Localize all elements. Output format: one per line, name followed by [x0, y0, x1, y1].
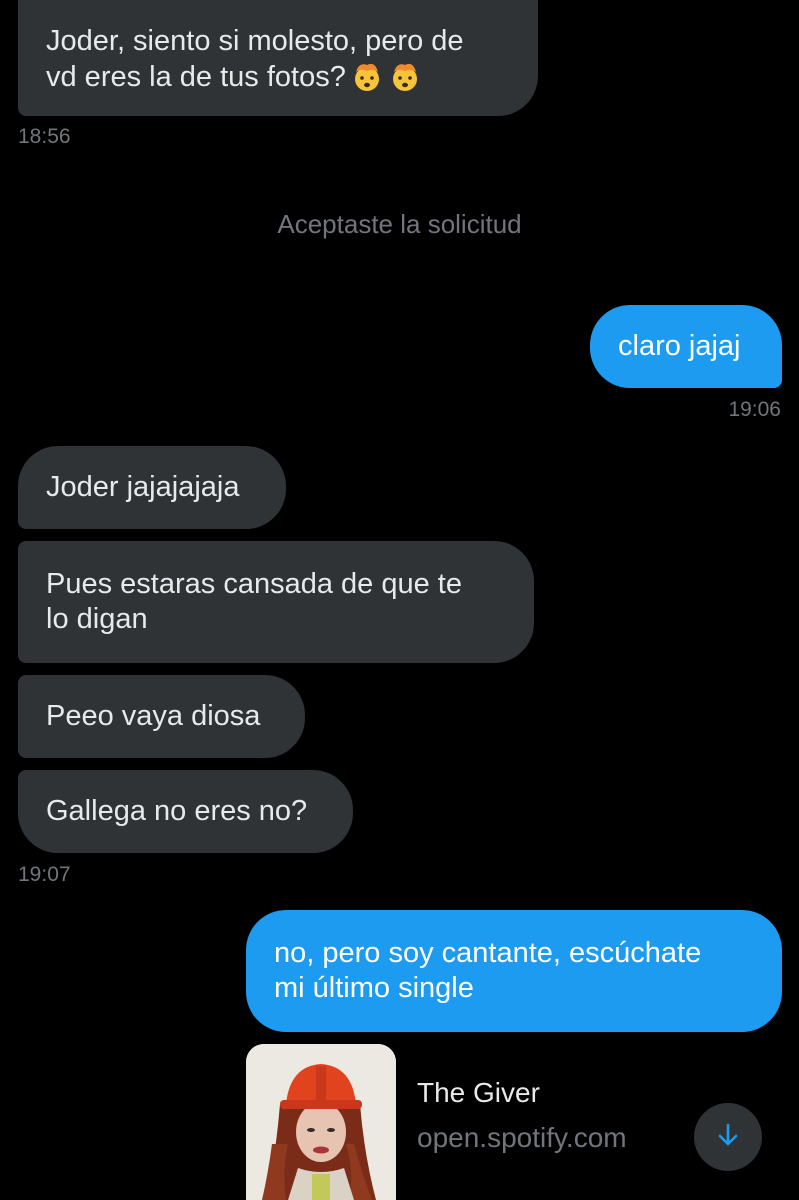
message-bubble-incoming[interactable]: Pues estaras cansada de que te lo digan: [18, 541, 534, 663]
message-text: Pues estaras cansada de que te lo digan: [46, 568, 462, 635]
exploding-head-icon: [346, 61, 422, 93]
message-text: Gallega no eres no?: [46, 795, 308, 827]
message-bubble-incoming[interactable]: Gallega no eres no?: [18, 770, 353, 853]
message-text: Joder, siento si molesto, pero de vd ere…: [46, 24, 464, 93]
message-text: Joder jajajajaja: [46, 471, 240, 503]
message-bubble-incoming[interactable]: Joder jajajajaja: [18, 446, 286, 529]
scroll-down-button[interactable]: [694, 1103, 762, 1171]
message-bubble-outgoing[interactable]: no, pero soy cantante, escúchate mi últi…: [246, 910, 782, 1032]
link-domain: open.spotify.com: [417, 1122, 627, 1153]
message-timestamp: 18:56: [18, 125, 71, 148]
link-preview-card[interactable]: The Giver open.spotify.com: [246, 1044, 782, 1200]
system-message: Aceptaste la solicitud: [277, 209, 522, 239]
message-timestamp: 19:06: [728, 398, 781, 421]
message-bubble-incoming[interactable]: Peeo vaya diosa: [18, 675, 305, 758]
album-cover-image[interactable]: [246, 1044, 396, 1200]
link-title[interactable]: The Giver: [417, 1077, 540, 1109]
message-text: claro jajaj: [618, 330, 741, 362]
message-bubble-outgoing[interactable]: claro jajaj: [590, 305, 782, 388]
message-text: no, pero soy cantante, escúchate mi últi…: [274, 937, 702, 1004]
message-text: Peeo vaya diosa: [46, 700, 261, 732]
arrow-down-icon: [715, 1122, 741, 1153]
message-bubble-incoming[interactable]: Joder, siento si molesto, pero de vd ere…: [18, 0, 538, 116]
message-timestamp: 19:07: [18, 863, 71, 886]
